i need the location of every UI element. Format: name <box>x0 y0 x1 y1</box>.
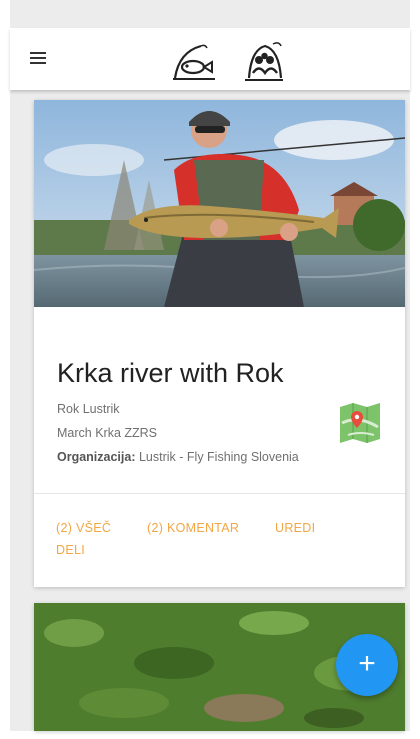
post-photo[interactable] <box>34 100 405 307</box>
post-author: Rok Lustrik <box>57 402 120 416</box>
people-group-logo[interactable] <box>243 40 285 84</box>
add-post-button[interactable]: + <box>336 634 398 696</box>
organization-name: Lustrik - Fly Fishing Slovenia <box>138 450 299 464</box>
screen-frame-left <box>0 0 10 739</box>
post-title[interactable]: Krka river with Rok <box>57 358 284 389</box>
card-divider <box>34 493 405 494</box>
edit-button[interactable]: UREDI <box>275 521 315 535</box>
share-button[interactable]: DELI <box>56 543 85 557</box>
hamburger-menu-icon[interactable] <box>30 52 46 66</box>
fishing-rod-fish-logo[interactable] <box>171 42 217 82</box>
screen-frame-bottom <box>0 731 420 739</box>
like-button[interactable]: (2) VŠEČ <box>56 521 111 535</box>
screen-frame-right <box>410 0 420 739</box>
app-bar <box>10 28 410 90</box>
map-location-icon[interactable] <box>338 401 382 445</box>
post-organization: Organizacija: Lustrik - Fly Fishing Slov… <box>57 450 299 464</box>
post-location: March Krka ZZRS <box>57 426 158 440</box>
organization-label: Organizacija: <box>57 450 136 464</box>
comment-button[interactable]: (2) KOMENTAR <box>147 521 239 535</box>
post-card[interactable]: Krka river with Rok Rok Lustrik March Kr… <box>34 100 405 587</box>
